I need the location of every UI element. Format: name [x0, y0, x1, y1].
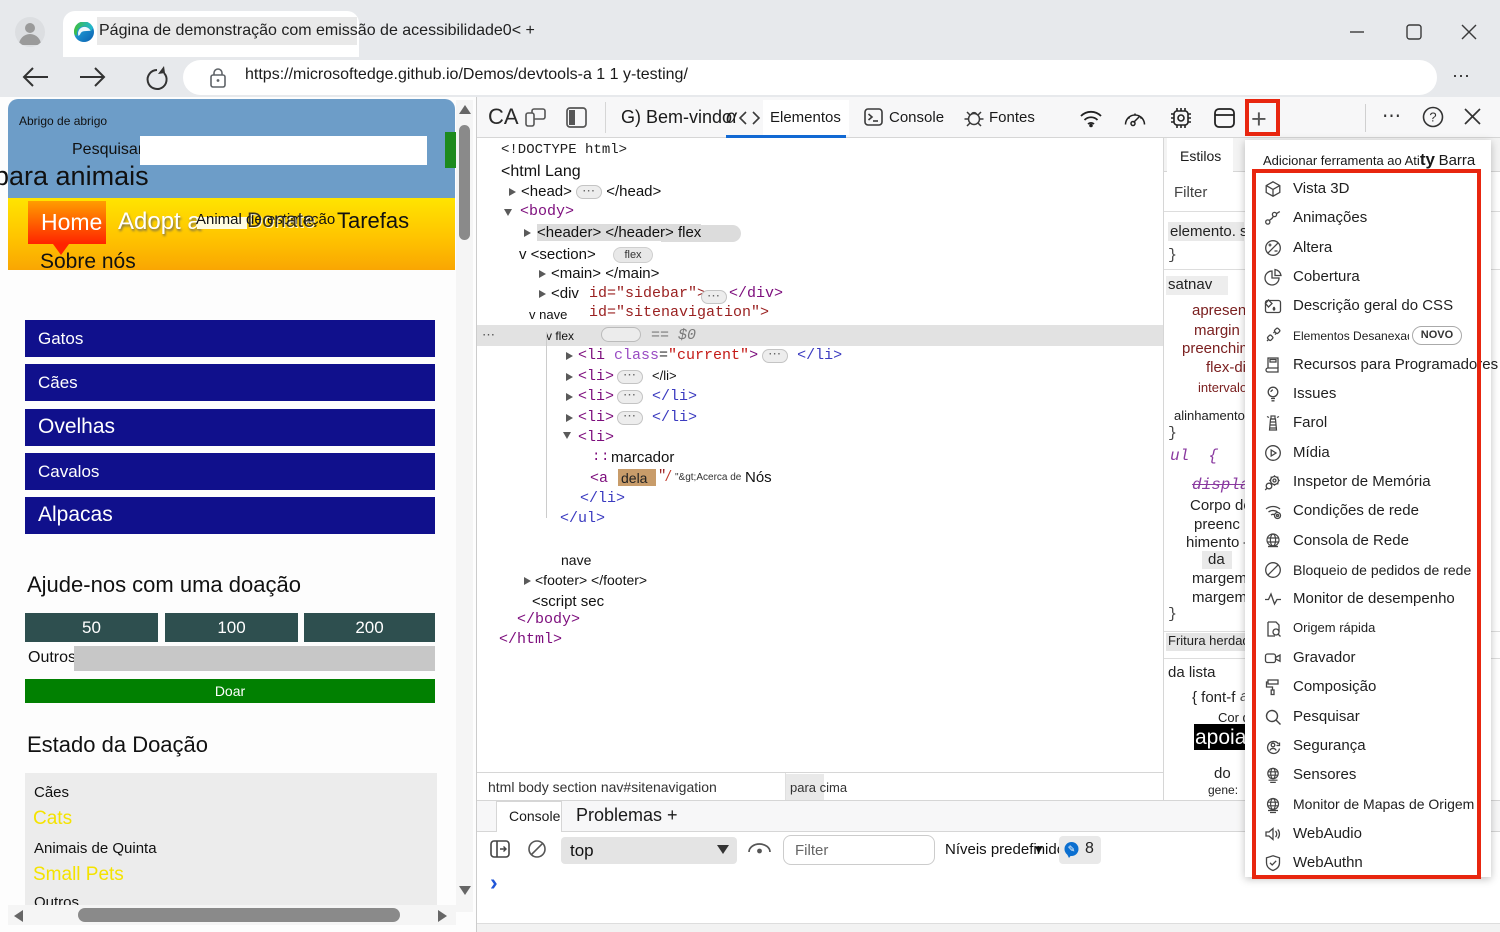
svg-text:✎: ✎ [1068, 844, 1076, 854]
svg-text:?: ? [1429, 110, 1436, 125]
